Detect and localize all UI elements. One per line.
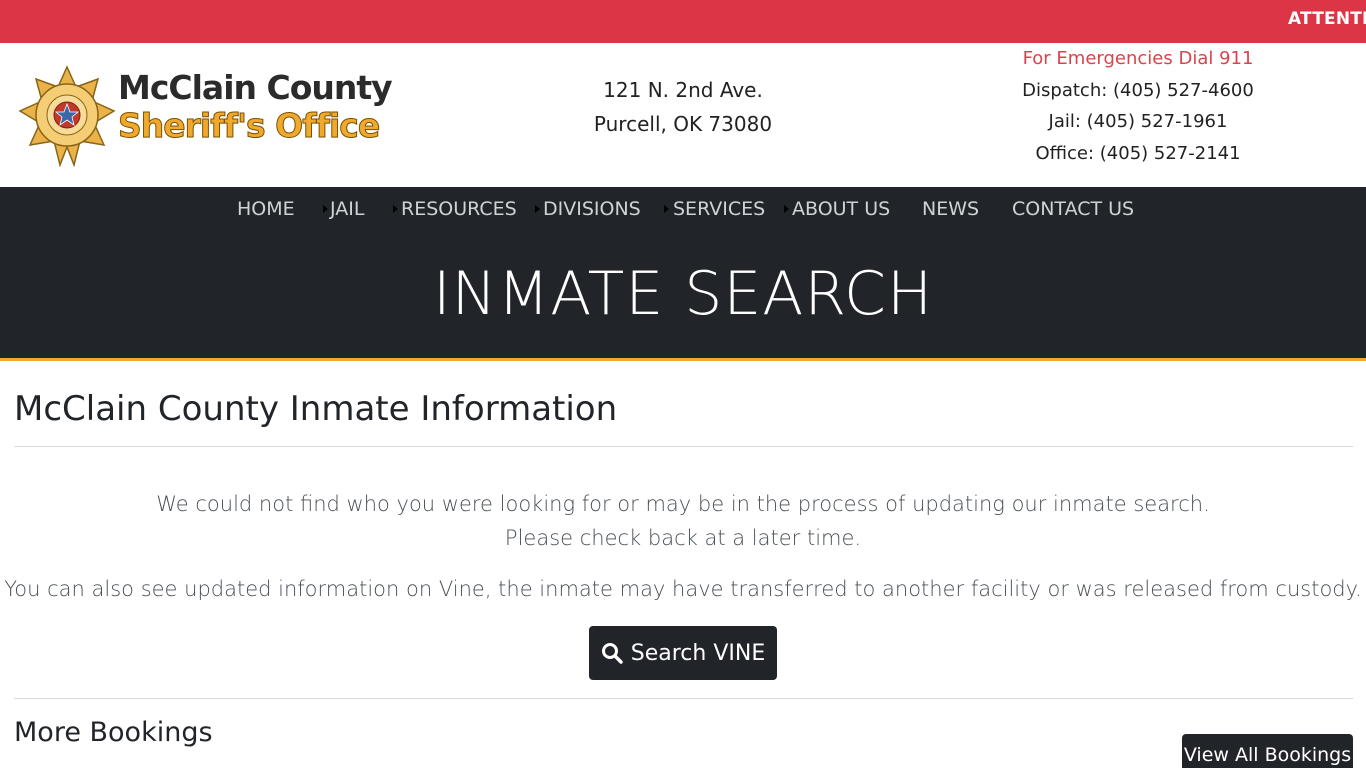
view-all-bookings-button[interactable]: View All Bookings	[1182, 734, 1353, 768]
search-vine-label: Search VINE	[630, 640, 766, 666]
nav-news[interactable]: NEWS	[922, 198, 979, 220]
address-city: Purcell, OK 73080	[593, 112, 773, 136]
main-nav: HOME JAIL RESOURCES DIVISIONS SERVICES A…	[0, 187, 1366, 233]
section-heading: McClain County Inmate Information	[14, 389, 618, 429]
emergency-line: For Emergencies Dial 911	[1022, 48, 1254, 69]
logo-line-2: Sheriff's Office	[118, 106, 381, 145]
nav-divisions[interactable]: DIVISIONS	[543, 198, 641, 220]
sheriff-badge-icon	[18, 65, 116, 167]
alert-text: ATTENTION	[1288, 9, 1366, 29]
page-title: INMATE SEARCH	[432, 259, 934, 329]
site-logo[interactable]: McClain County Sheriff's Office	[18, 65, 438, 169]
nav-resources[interactable]: RESOURCES	[401, 198, 517, 220]
page-hero: INMATE SEARCH	[0, 233, 1366, 361]
divider	[14, 446, 1353, 447]
search-icon	[601, 643, 623, 664]
vine-info-message: You can also see updated information on …	[4, 577, 1362, 601]
nav-about-caret-icon	[784, 205, 789, 213]
more-bookings-heading: More Bookings	[14, 717, 213, 748]
logo-wordmark: McClain County Sheriff's Office	[118, 68, 438, 146]
nav-jail-caret-icon	[323, 205, 328, 213]
divider	[14, 698, 1353, 699]
nav-resources-caret-icon	[393, 205, 398, 213]
nav-home[interactable]: HOME	[237, 198, 295, 220]
alert-banner: ATTENTION	[0, 0, 1366, 43]
site-header: McClain County Sheriff's Office 121 N. 2…	[0, 43, 1366, 187]
nav-about-us[interactable]: ABOUT US	[792, 198, 890, 220]
contact-info: For Emergencies Dial 911 Dispatch: (405)…	[990, 43, 1286, 169]
office-address: 121 N. 2nd Ave. Purcell, OK 73080	[540, 73, 826, 141]
not-found-message: We could not find who you were looking f…	[156, 492, 1210, 516]
search-vine-button[interactable]: Search VINE	[589, 626, 777, 680]
jail-phone[interactable]: Jail: (405) 527-1961	[990, 106, 1286, 138]
logo-line-1: McClain County	[118, 68, 393, 107]
nav-services-caret-icon	[664, 205, 669, 213]
office-phone[interactable]: Office: (405) 527-2141	[990, 138, 1286, 170]
dispatch-phone[interactable]: Dispatch: (405) 527-4600	[990, 75, 1286, 107]
nav-jail[interactable]: JAIL	[330, 198, 364, 220]
address-street: 121 N. 2nd Ave.	[603, 78, 763, 102]
nav-divisions-caret-icon	[535, 205, 540, 213]
nav-services[interactable]: SERVICES	[673, 198, 765, 220]
nav-contact-us[interactable]: CONTACT US	[1012, 198, 1134, 220]
check-back-message: Please check back at a later time.	[504, 526, 862, 550]
